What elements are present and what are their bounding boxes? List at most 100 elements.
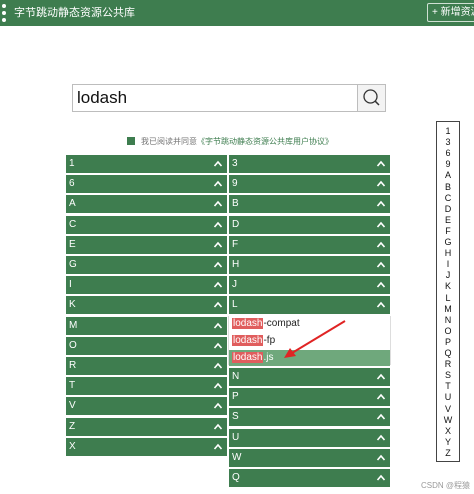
search-button[interactable] bbox=[357, 84, 386, 112]
category-label: R bbox=[69, 360, 77, 371]
agreement-checkbox[interactable] bbox=[127, 136, 135, 145]
agreement-link[interactable]: 《字节跳动静态资源公共库用户协议》 bbox=[197, 137, 333, 146]
category-label: 3 bbox=[232, 158, 238, 169]
category-bar[interactable]: C bbox=[66, 215, 227, 234]
share-icon[interactable] bbox=[0, 3, 8, 23]
index-letter[interactable]: S bbox=[437, 370, 459, 380]
category-label: T bbox=[69, 380, 76, 392]
index-letter[interactable]: N bbox=[437, 315, 459, 325]
index-letter[interactable]: A bbox=[437, 170, 459, 180]
category-bar[interactable]: W bbox=[229, 448, 390, 467]
index-letter[interactable]: B bbox=[437, 182, 459, 192]
index-letter[interactable]: Q bbox=[437, 348, 459, 358]
category-label: K bbox=[69, 299, 76, 311]
chevron-up-icon bbox=[213, 241, 223, 248]
agreement-text: 我已阅读并同意 bbox=[141, 137, 197, 146]
category-label: C bbox=[69, 218, 77, 230]
index-letter[interactable]: R bbox=[437, 359, 459, 369]
index-letter[interactable]: T bbox=[437, 381, 459, 391]
category-label: 9 bbox=[232, 178, 238, 190]
category-bar[interactable]: 6 bbox=[66, 175, 227, 194]
category-label: B bbox=[232, 198, 239, 210]
category-bar[interactable]: U bbox=[229, 428, 390, 447]
index-letter[interactable]: 1 bbox=[437, 126, 459, 136]
chevron-up-icon bbox=[213, 160, 223, 167]
category-label: Z bbox=[69, 420, 76, 432]
category-bar[interactable]: J bbox=[229, 276, 390, 295]
index-letter[interactable]: K bbox=[437, 281, 459, 291]
index-letter[interactable]: 3 bbox=[437, 137, 459, 147]
chevron-up-icon bbox=[376, 281, 386, 288]
category-bar[interactable]: V bbox=[66, 397, 227, 416]
index-letter[interactable]: I bbox=[437, 259, 459, 269]
chevron-up-icon bbox=[376, 454, 386, 461]
agreement-row: 我已阅读并同意《字节跳动静态资源公共库用户协议》 bbox=[127, 136, 333, 148]
index-letter[interactable]: U bbox=[437, 392, 459, 402]
index-letter[interactable]: J bbox=[437, 270, 459, 280]
category-bar[interactable]: 1 bbox=[66, 155, 227, 173]
annotation-arrow bbox=[284, 320, 346, 358]
chevron-up-icon bbox=[376, 261, 386, 268]
category-label: E bbox=[69, 238, 76, 250]
index-letter[interactable]: M bbox=[437, 304, 459, 314]
category-bar[interactable]: O bbox=[66, 336, 227, 355]
category-label: M bbox=[69, 319, 78, 331]
index-letter[interactable]: P bbox=[437, 337, 459, 347]
letter-index: 1369ABCDEFGHIJKLMNOPQRSTUVWXYZ bbox=[436, 121, 460, 462]
category-bar[interactable]: F bbox=[229, 235, 390, 254]
category-bar[interactable]: M bbox=[66, 316, 227, 335]
search-icon bbox=[363, 89, 380, 106]
category-bar[interactable]: L bbox=[229, 296, 390, 315]
category-bar[interactable]: 3 bbox=[229, 155, 390, 173]
search-input[interactable] bbox=[77, 87, 347, 109]
watermark: CSDN @程猿 bbox=[421, 481, 471, 490]
category-label: A bbox=[69, 198, 76, 210]
chevron-up-icon bbox=[213, 443, 223, 450]
category-bar[interactable]: Z bbox=[66, 417, 227, 436]
category-bar[interactable]: I bbox=[66, 276, 227, 295]
category-bar[interactable]: H bbox=[229, 256, 390, 274]
category-label: I bbox=[69, 279, 72, 291]
chevron-up-icon bbox=[213, 403, 223, 409]
chevron-up-icon bbox=[376, 474, 386, 481]
category-bar[interactable]: E bbox=[66, 235, 227, 254]
category-bar[interactable]: R bbox=[66, 357, 227, 375]
index-letter[interactable]: F bbox=[437, 226, 459, 236]
category-bar[interactable]: N bbox=[229, 368, 390, 386]
index-letter[interactable]: V bbox=[437, 404, 459, 414]
index-letter[interactable]: H bbox=[437, 248, 459, 258]
category-label: H bbox=[232, 259, 240, 270]
category-bar[interactable]: B bbox=[229, 195, 390, 214]
chevron-up-icon bbox=[376, 160, 386, 167]
category-bar[interactable]: X bbox=[66, 437, 227, 456]
index-letter[interactable]: Z bbox=[437, 448, 459, 458]
chevron-up-icon bbox=[376, 241, 386, 248]
category-bar[interactable]: T bbox=[66, 377, 227, 396]
category-bar[interactable]: P bbox=[229, 388, 390, 407]
category-bar[interactable]: S bbox=[229, 408, 390, 427]
chevron-up-icon bbox=[213, 423, 223, 430]
category-bar[interactable]: Q bbox=[229, 469, 390, 487]
category-bar[interactable]: D bbox=[229, 215, 390, 234]
chevron-up-icon bbox=[376, 221, 386, 228]
chevron-up-icon bbox=[213, 201, 223, 207]
index-letter[interactable]: G bbox=[437, 237, 459, 247]
index-letter[interactable]: 6 bbox=[437, 148, 459, 158]
category-bar[interactable]: K bbox=[66, 296, 227, 315]
category-label: X bbox=[69, 440, 76, 452]
index-letter[interactable]: O bbox=[437, 326, 459, 336]
category-bar[interactable]: A bbox=[66, 195, 227, 214]
index-letter[interactable]: X bbox=[437, 426, 459, 436]
category-bar[interactable]: 9 bbox=[229, 175, 390, 194]
index-letter[interactable]: 9 bbox=[437, 159, 459, 169]
index-letter[interactable]: E bbox=[437, 215, 459, 225]
add-resource-button[interactable]: + 新增资源 bbox=[427, 3, 474, 22]
index-letter[interactable]: L bbox=[437, 293, 459, 303]
index-letter[interactable]: C bbox=[437, 193, 459, 203]
category-bar[interactable]: G bbox=[66, 256, 227, 274]
index-letter[interactable]: D bbox=[437, 204, 459, 214]
category-label: O bbox=[69, 339, 77, 351]
chevron-up-icon bbox=[213, 180, 223, 187]
index-letter[interactable]: W bbox=[437, 415, 459, 425]
index-letter[interactable]: Y bbox=[437, 437, 459, 447]
